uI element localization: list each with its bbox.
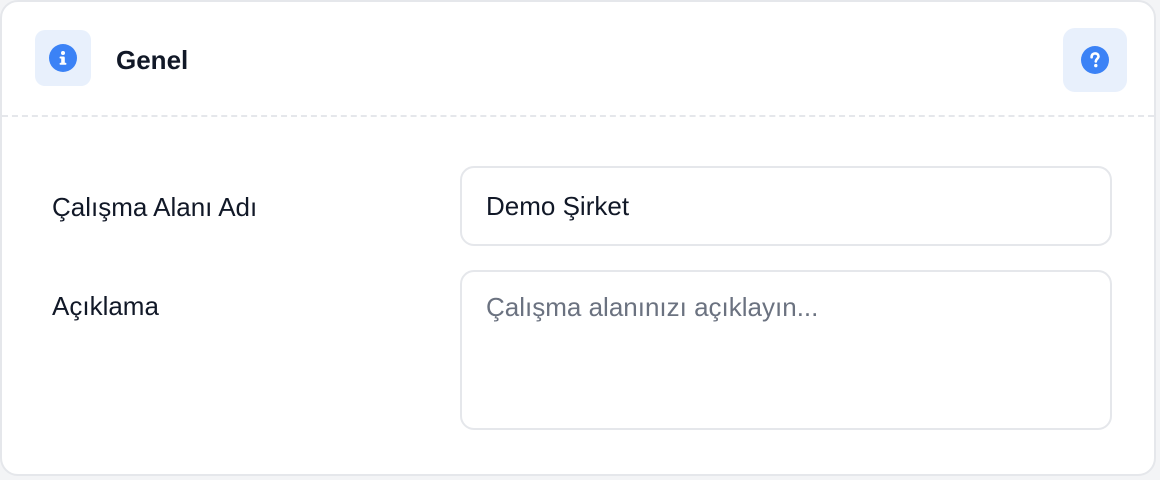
workspace-name-input[interactable] [460, 166, 1112, 246]
general-settings-card: Genel Çalışma Alanı Adı Açıklama [0, 0, 1156, 476]
help-icon [1081, 46, 1109, 74]
section-title: Genel [116, 45, 189, 75]
help-button[interactable] [1063, 28, 1127, 92]
info-icon [49, 44, 77, 72]
description-textarea[interactable] [460, 270, 1112, 430]
card-header: Genel [2, 2, 1154, 117]
workspace-name-label: Çalışma Alanı Adı [52, 192, 258, 222]
info-icon-tile [35, 30, 91, 86]
description-label: Açıklama [52, 291, 159, 321]
